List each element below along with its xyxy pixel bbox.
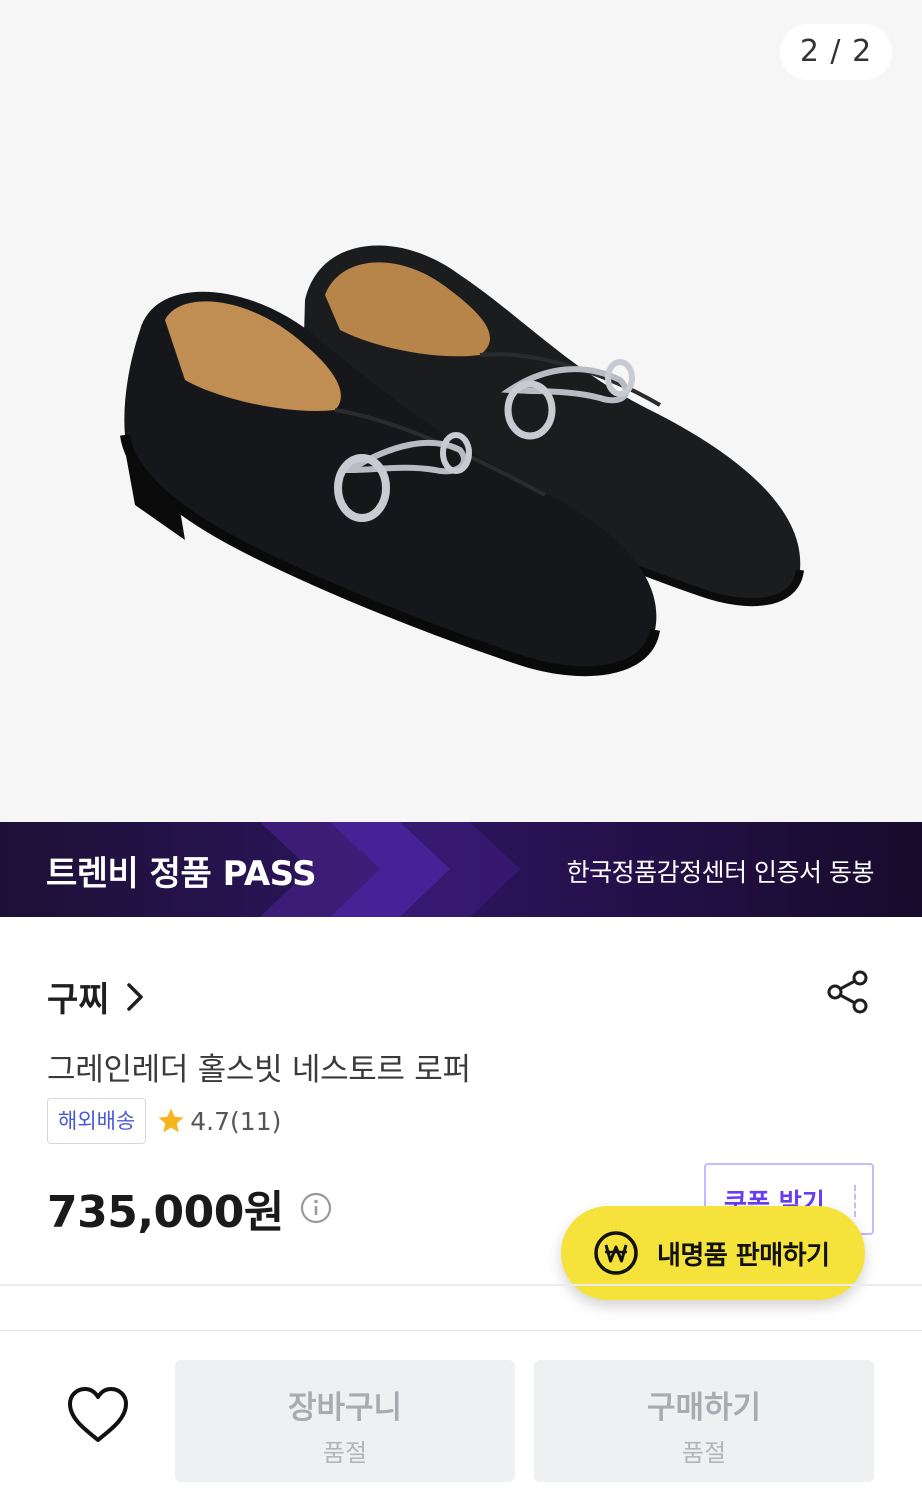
- heart-icon[interactable]: [66, 1384, 130, 1448]
- star-icon: [158, 1108, 184, 1133]
- product-image: [120, 245, 804, 677]
- info-icon[interactable]: [300, 1192, 332, 1224]
- authenticity-pass-banner[interactable]: 트렌비 정품 PASS 한국정품감정센터 인증서 동봉: [0, 822, 922, 917]
- buy-now-button[interactable]: 구매하기 품절: [534, 1360, 874, 1482]
- product-detail-page: 2 / 2 트렌비 정품 PASS 한국정품감정센터 인증서 동봉 구찌 그레인…: [0, 0, 922, 1500]
- pass-banner-title: 트렌비 정품 PASS: [46, 854, 317, 894]
- image-page-counter: 2 / 2: [780, 24, 892, 80]
- add-to-cart-button[interactable]: 장바구니 품절: [175, 1360, 515, 1482]
- cart-sold-out-label: 품절: [322, 1439, 368, 1467]
- product-tags: 해외배송 4.7(11): [47, 1098, 281, 1144]
- coupon-notch: [854, 1185, 856, 1217]
- won-icon: [594, 1231, 638, 1275]
- brand-link[interactable]: 구찌: [47, 972, 144, 1021]
- brand-name: 구찌: [47, 980, 110, 1020]
- price-row: 735,000원: [47, 1176, 332, 1240]
- product-name: 그레인레더 홀스빗 네스토르 로퍼: [47, 1052, 471, 1088]
- share-icon[interactable]: [824, 968, 872, 1016]
- product-image-gallery[interactable]: 2 / 2: [0, 0, 922, 822]
- sell-button-label: 내명품 판매하기: [657, 1240, 830, 1271]
- bottom-bar-divider: [0, 1330, 922, 1331]
- section-divider: [0, 1284, 922, 1286]
- buy-button-label: 구매하기: [646, 1390, 762, 1426]
- cart-button-label: 장바구니: [287, 1390, 403, 1426]
- product-price: 735,000원: [47, 1187, 284, 1238]
- chevron-right-icon: [126, 982, 143, 1011]
- overseas-shipping-badge: 해외배송: [47, 1098, 147, 1144]
- rating-score[interactable]: 4.7(11): [190, 1107, 281, 1136]
- buy-sold-out-label: 품절: [681, 1439, 727, 1467]
- pass-banner-subtitle: 한국정품감정센터 인증서 동봉: [566, 858, 875, 887]
